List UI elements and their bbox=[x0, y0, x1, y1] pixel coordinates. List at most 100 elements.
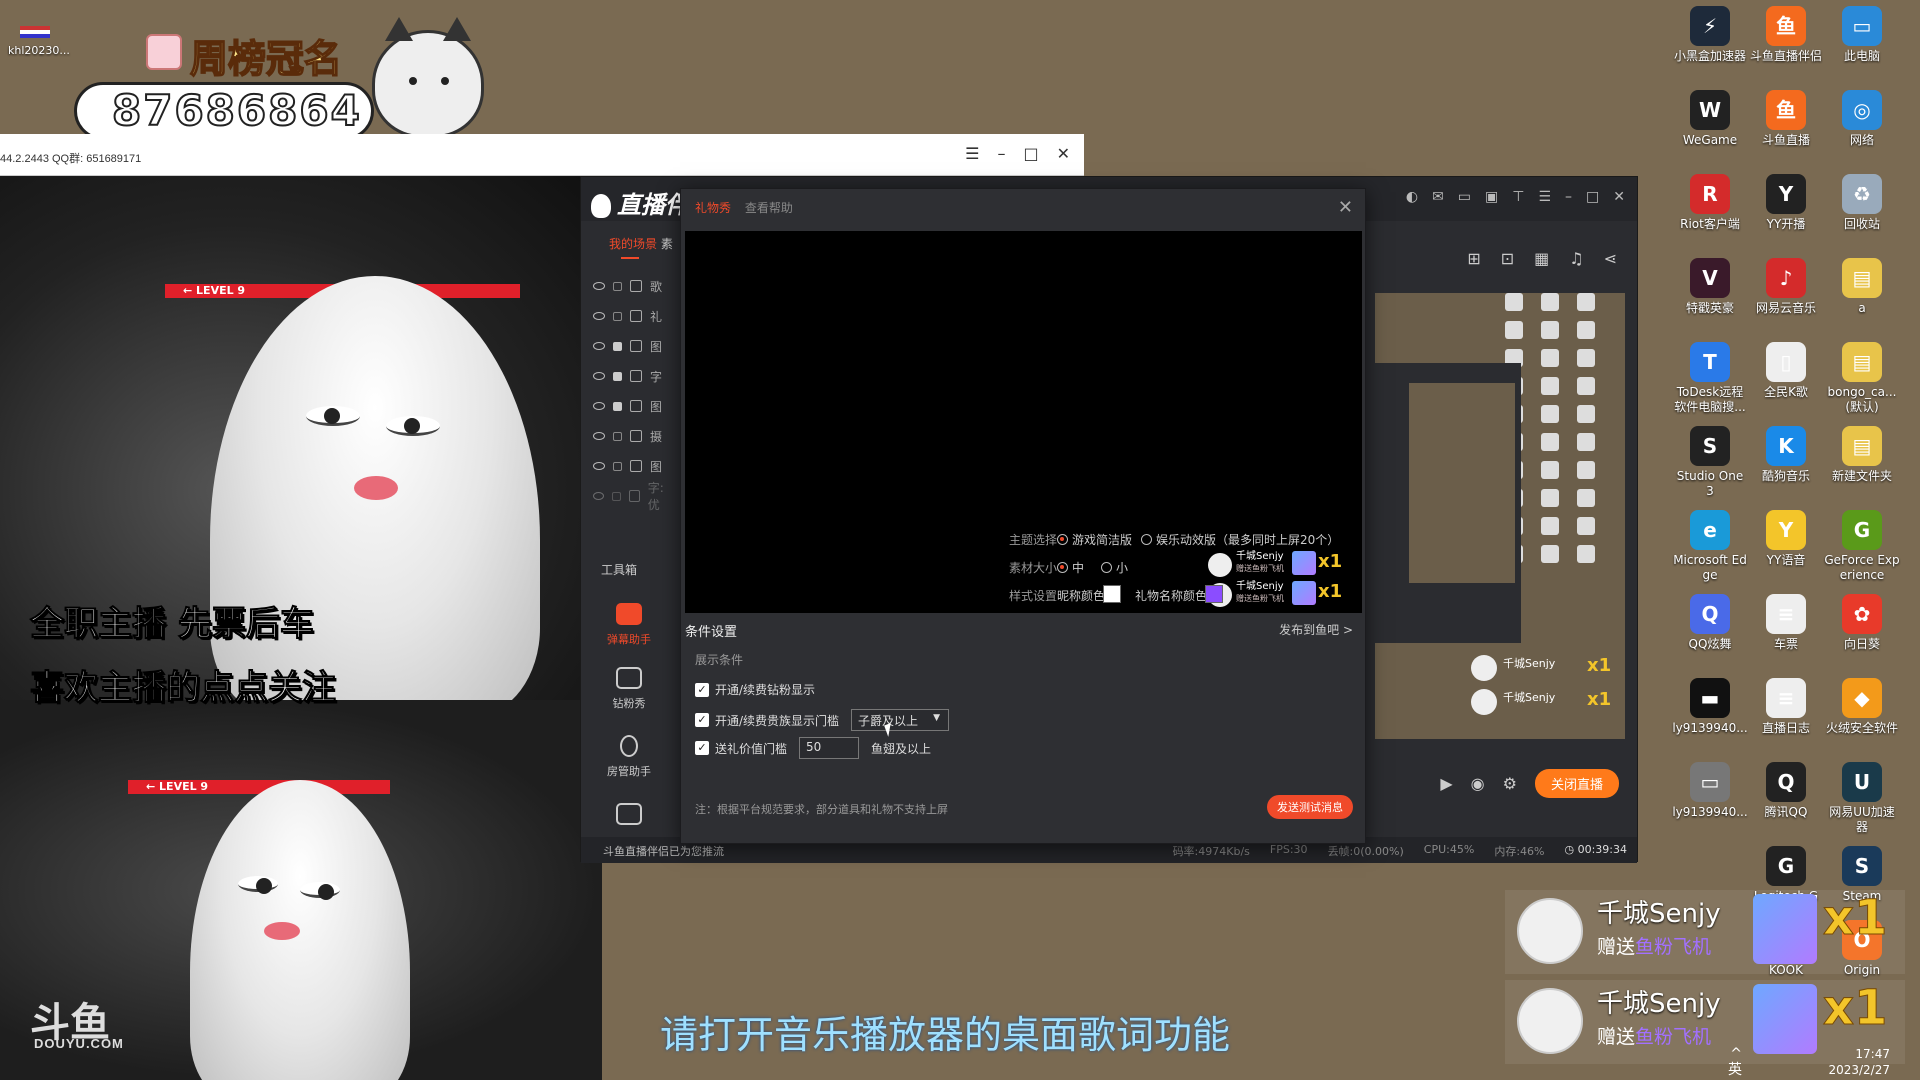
desktop-icon[interactable]: ▤ a bbox=[1824, 258, 1900, 316]
lock-icon[interactable] bbox=[613, 461, 622, 471]
mail-icon[interactable]: ✉ bbox=[1432, 189, 1444, 205]
size-small-radio[interactable]: 小 bbox=[1101, 559, 1128, 576]
desktop-icon[interactable]: ≡ 车票 bbox=[1748, 594, 1824, 652]
desktop-icon[interactable]: ▤ bongo_ca...(默认) bbox=[1824, 342, 1900, 415]
desktop-icon[interactable]: T ToDesk远程软件电脑搜... bbox=[1672, 342, 1748, 415]
desktop-icon[interactable]: ♪ 网易云音乐 bbox=[1748, 258, 1824, 316]
screen-icon[interactable]: ▭ bbox=[1458, 189, 1471, 205]
eye-icon[interactable] bbox=[593, 402, 605, 410]
desktop-icon[interactable]: ♻ 回收站 bbox=[1824, 174, 1900, 232]
nick-color-swatch[interactable] bbox=[1103, 585, 1121, 603]
desktop-icon[interactable]: ▬ ly9139940... bbox=[1672, 678, 1748, 736]
minimize-button[interactable]: – bbox=[1565, 189, 1572, 205]
desktop-icon[interactable]: W WeGame bbox=[1672, 90, 1748, 148]
menu-icon[interactable]: ☰ bbox=[965, 144, 979, 163]
scene-item[interactable]: 字 bbox=[593, 361, 677, 391]
diamond-fan-checkbox[interactable]: ✓ bbox=[695, 682, 709, 697]
maximize-button[interactable]: □ bbox=[1023, 144, 1038, 163]
menu-icon[interactable]: ☰ bbox=[1538, 189, 1551, 205]
desktop-icon[interactable]: G GeForce Experience bbox=[1824, 510, 1900, 583]
desktop-icon[interactable]: R Riot客户端 bbox=[1672, 174, 1748, 232]
scene-item[interactable]: 歌 bbox=[593, 271, 677, 301]
scene-item[interactable]: 摄 bbox=[593, 421, 677, 451]
lock-icon[interactable] bbox=[613, 311, 622, 321]
tab-my-scenes[interactable]: 我的场景 素 bbox=[609, 235, 673, 259]
lock-icon[interactable] bbox=[613, 371, 622, 381]
tab-gift-show[interactable]: 礼物秀 bbox=[695, 201, 731, 215]
publish-to-yuba-link[interactable]: 发布到鱼吧 > bbox=[1279, 621, 1353, 638]
share-icon[interactable]: ⋖ bbox=[1604, 249, 1617, 268]
ime-indicator[interactable]: ^ 英 bbox=[1728, 1046, 1742, 1078]
tool-danmu-helper[interactable]: 弹幕助手 bbox=[589, 603, 669, 647]
desktop-icon[interactable]: S Studio One 3 bbox=[1672, 426, 1748, 499]
desktop-icon[interactable]: Y YY语音 bbox=[1748, 510, 1824, 568]
eye-icon[interactable] bbox=[593, 492, 605, 500]
desktop-icon[interactable]: ▯ 全民K歌 bbox=[1748, 342, 1824, 400]
skin-icon[interactable]: ◐ bbox=[1406, 189, 1418, 205]
lock-icon[interactable] bbox=[613, 401, 622, 411]
gift-value-checkbox[interactable]: ✓ bbox=[695, 741, 709, 755]
scene-item[interactable]: 图 bbox=[593, 451, 677, 481]
close-button[interactable]: ✕ bbox=[1057, 144, 1070, 163]
scene-item[interactable]: 礼 bbox=[593, 301, 677, 331]
scene-item[interactable]: 图 bbox=[593, 391, 677, 421]
desktop-icon[interactable]: ◎ 网络 bbox=[1824, 90, 1900, 148]
lock-icon[interactable] bbox=[613, 341, 622, 351]
tool-room-admin[interactable]: 房管助手 bbox=[589, 735, 669, 779]
desktop-icon[interactable]: V 特戳英豪 bbox=[1672, 258, 1748, 316]
lock-icon[interactable]: ⊡ bbox=[1501, 249, 1514, 268]
clock-time[interactable]: 17:47 bbox=[1828, 1046, 1890, 1062]
desktop-icon[interactable]: ▤ 新建文件夹 bbox=[1824, 426, 1900, 484]
eye-icon[interactable] bbox=[593, 342, 605, 350]
size-medium-radio[interactable]: 中 bbox=[1057, 559, 1084, 576]
gift-value-input[interactable]: 50 bbox=[799, 737, 860, 759]
noble-checkbox[interactable]: ✓ bbox=[695, 713, 709, 727]
desktop-icon[interactable]: ▭ 此电脑 bbox=[1824, 6, 1900, 64]
close-button[interactable]: ✕ bbox=[1613, 189, 1625, 205]
eye-icon[interactable] bbox=[593, 462, 605, 470]
maximize-button[interactable]: □ bbox=[1586, 189, 1599, 205]
noble-level-select[interactable]: 子爵及以上 bbox=[851, 709, 950, 731]
theme-fun-radio[interactable]: 娱乐动效版（最多同时上屏20个） bbox=[1141, 531, 1339, 548]
bell-icon[interactable]: ♫ bbox=[1569, 249, 1583, 268]
desktop-icon[interactable]: e Microsoft Edge bbox=[1672, 510, 1748, 583]
tool-diamond-fans[interactable]: 钻粉秀 bbox=[589, 667, 669, 711]
help-link[interactable]: 查看帮助 bbox=[745, 201, 793, 215]
scene-item[interactable]: 图 bbox=[593, 331, 677, 361]
desktop-icon[interactable]: Y YY开播 bbox=[1748, 174, 1824, 232]
gift-icon[interactable]: ⊞ bbox=[1467, 249, 1480, 268]
clock-date[interactable]: 2023/2/27 bbox=[1828, 1062, 1890, 1078]
eye-icon[interactable] bbox=[593, 372, 605, 380]
send-test-button[interactable]: 发送测试消息 bbox=[1267, 795, 1353, 819]
eye-icon[interactable] bbox=[593, 432, 605, 440]
desktop-icon[interactable]: Q QQ炫舞 bbox=[1672, 594, 1748, 652]
desktop-icon[interactable]: ≡ 直播日志 bbox=[1748, 678, 1824, 736]
lock-icon[interactable] bbox=[612, 491, 621, 501]
minimize-button[interactable]: – bbox=[997, 144, 1005, 163]
dock-icon[interactable]: ▣ bbox=[1485, 189, 1498, 205]
layout-icon[interactable]: ▦ bbox=[1534, 249, 1549, 268]
tool-more[interactable] bbox=[589, 803, 669, 831]
desktop-icon[interactable]: ▭ ly9139940... bbox=[1672, 762, 1748, 820]
eye-icon[interactable]: ◉ bbox=[1471, 774, 1485, 793]
desktop-icon[interactable]: 鱼斗鱼直播 bbox=[1748, 90, 1824, 148]
desktop-icon[interactable]: ◆ 火绒安全软件 bbox=[1824, 678, 1900, 736]
eye-icon[interactable] bbox=[593, 282, 605, 290]
theme-game-radio[interactable]: 游戏简洁版 bbox=[1057, 531, 1132, 548]
desktop-icon[interactable]: 鱼斗鱼直播伴侣 bbox=[1748, 6, 1824, 64]
lock-icon[interactable] bbox=[613, 281, 622, 291]
desktop-icon[interactable]: ✿ 向日葵 bbox=[1824, 594, 1900, 652]
desktop-icon[interactable]: ⚡ 小黑盒加速器 bbox=[1672, 6, 1748, 64]
shirt-icon[interactable]: ⊤ bbox=[1512, 189, 1524, 205]
close-live-button[interactable]: 关闭直播 bbox=[1534, 769, 1619, 798]
dialog-close-button[interactable]: ✕ bbox=[1338, 197, 1353, 218]
desktop-icon[interactable]: U 网易UU加速器 bbox=[1824, 762, 1900, 835]
desktop-icon[interactable]: Q 腾讯QQ bbox=[1748, 762, 1824, 820]
lock-icon[interactable] bbox=[613, 431, 622, 441]
eye-icon[interactable] bbox=[593, 312, 605, 320]
desktop-icon[interactable]: K 酷狗音乐 bbox=[1748, 426, 1824, 484]
scene-item[interactable]: 字: 优 bbox=[593, 481, 677, 512]
settings-icon[interactable]: ⚙ bbox=[1503, 774, 1517, 793]
gift-color-swatch[interactable] bbox=[1205, 585, 1223, 603]
record-icon[interactable]: ▶ bbox=[1440, 774, 1452, 793]
